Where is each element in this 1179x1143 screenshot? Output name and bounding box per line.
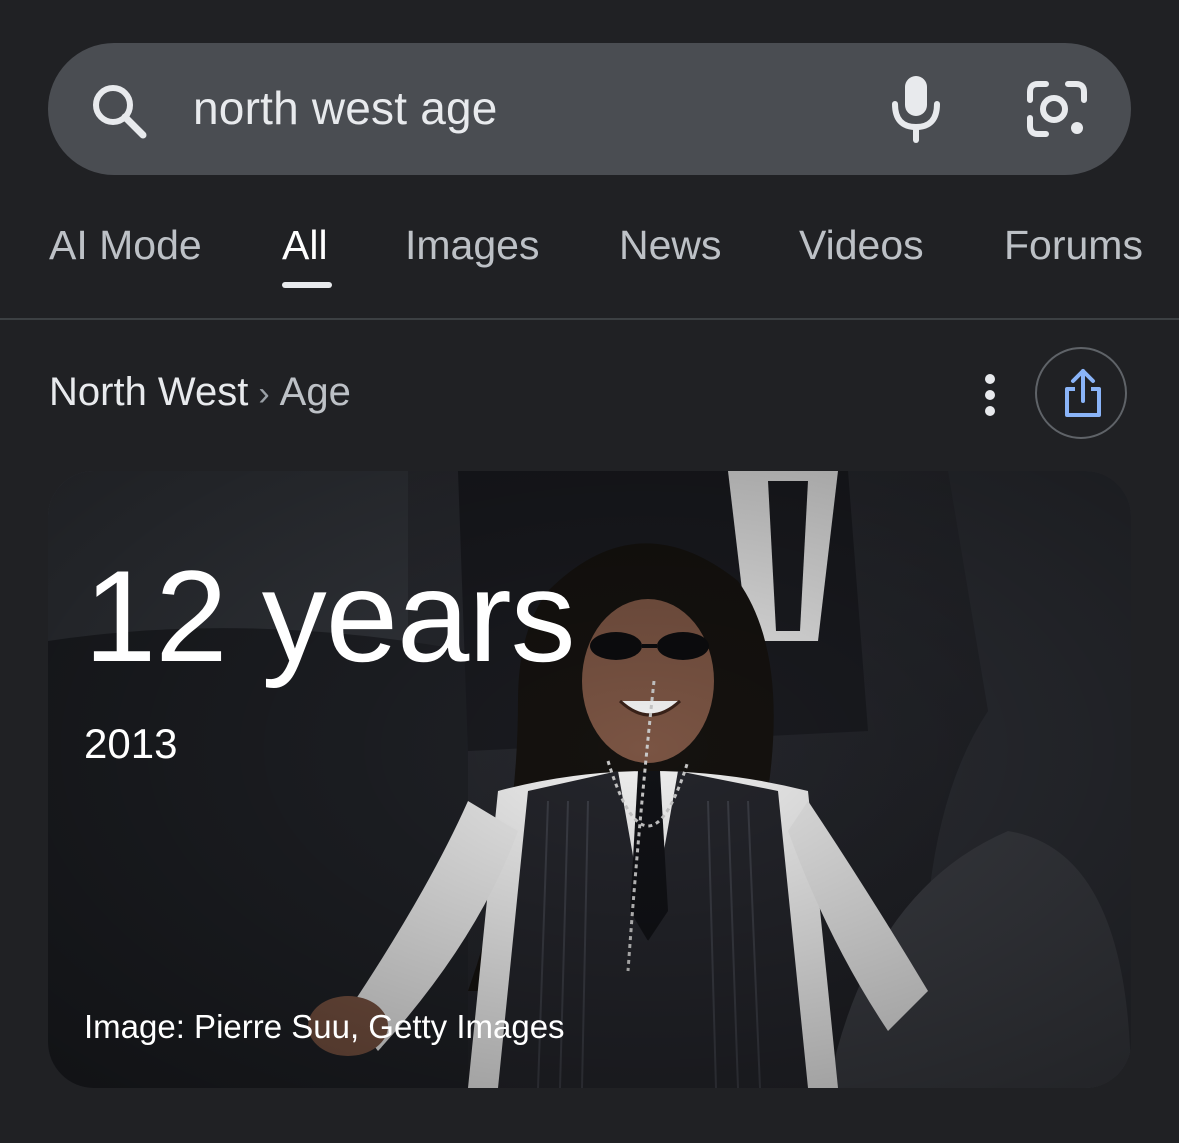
tab-news[interactable]: News: [619, 215, 722, 275]
breadcrumb-attribute: Age: [279, 370, 351, 414]
lens-icon[interactable]: [1024, 78, 1090, 140]
birth-year: 2013: [84, 720, 178, 767]
tab-ai-mode[interactable]: AI Mode: [49, 215, 202, 275]
share-button[interactable]: [1035, 347, 1127, 439]
breadcrumb: North West › Age: [49, 364, 351, 422]
more-options-icon[interactable]: [970, 370, 1010, 420]
age-value: 12 years: [84, 543, 576, 689]
breadcrumb-separator: ›: [258, 375, 270, 413]
image-credit: Image: Pierre Suu, Getty Images: [84, 1008, 565, 1045]
mic-icon[interactable]: [884, 72, 948, 144]
search-input[interactable]: north west age: [193, 78, 498, 138]
tabs-divider: [0, 318, 1179, 320]
share-icon: [1065, 369, 1101, 417]
age-result-card[interactable]: 12 years 2013 Image: Pierre Suu, Getty I…: [48, 471, 1131, 1088]
search-tabs: AI Mode All Images News Videos Forums: [0, 215, 1179, 319]
tab-images[interactable]: Images: [405, 215, 539, 275]
tab-videos[interactable]: Videos: [799, 215, 924, 275]
active-tab-indicator: [282, 282, 332, 288]
breadcrumb-entity[interactable]: North West: [49, 370, 248, 414]
tab-forums[interactable]: Forums: [1004, 215, 1143, 275]
search-icon[interactable]: [88, 80, 150, 142]
tab-all[interactable]: All: [282, 215, 328, 275]
